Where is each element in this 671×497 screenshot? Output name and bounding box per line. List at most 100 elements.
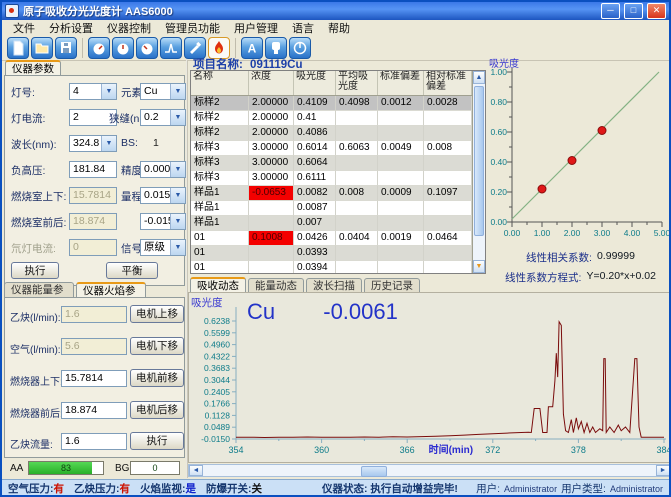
table-row[interactable]: 样品10.007: [191, 216, 472, 231]
element-combo[interactable]: Cu▼: [140, 83, 186, 100]
table-row[interactable]: 标样22.000000.4086: [191, 126, 472, 141]
tab-energy-params[interactable]: 仪器能量参数: [4, 282, 74, 297]
table-cell: [424, 261, 472, 274]
table-cell: 0.0028: [424, 96, 472, 111]
table-cell: 2.00000: [249, 111, 294, 126]
table-row[interactable]: 标样22.000000.41090.40980.00120.0028: [191, 96, 472, 111]
slit-combo[interactable]: 0.2▼: [140, 109, 186, 126]
tab-absorbance-dynamics[interactable]: 吸收动态: [190, 277, 246, 293]
wavelength-combo[interactable]: 324.8▼: [69, 135, 117, 152]
svg-text:0.4322: 0.4322: [204, 351, 230, 361]
range-offset-combo[interactable]: -0.0150▼: [140, 213, 186, 230]
menu-item[interactable]: 仪器控制: [100, 20, 158, 36]
burner-updown-field[interactable]: 15.7814: [61, 370, 127, 387]
d2-lamp-current-label: 氘灯电流:: [11, 241, 56, 256]
motor-up-button[interactable]: 电机上移: [130, 305, 184, 323]
scrollbar-thumb[interactable]: [474, 86, 484, 236]
precision-combo[interactable]: 0.0000▼: [140, 161, 186, 178]
lamp-number-combo[interactable]: 4▼: [69, 83, 117, 100]
motor-forward-button[interactable]: 电机前移: [130, 369, 184, 387]
lamp-gauge-button[interactable]: [88, 37, 110, 59]
scroll-down-icon[interactable]: ▼: [473, 260, 485, 273]
aa-meter-value: 83: [29, 463, 103, 473]
corr-coef-value: 0.99999: [597, 250, 635, 265]
table-row[interactable]: 标样22.000000.41: [191, 111, 472, 126]
table-row[interactable]: 标样33.000000.60140.60630.00490.008: [191, 141, 472, 156]
hscrollbar-thumb[interactable]: [361, 466, 387, 477]
chevron-down-icon[interactable]: ▼: [170, 162, 185, 177]
menu-item[interactable]: 分析设置: [42, 20, 100, 36]
column-header: 平均吸光度: [336, 71, 378, 95]
svg-text:0.3683: 0.3683: [204, 363, 230, 373]
menu-item[interactable]: 帮助: [321, 20, 357, 36]
table-row[interactable]: 标样33.000000.6064: [191, 156, 472, 171]
table-cell: [336, 171, 378, 186]
flame-execute-button[interactable]: 执行: [130, 432, 184, 450]
chevron-down-icon[interactable]: ▼: [170, 188, 185, 203]
table-cell: 01: [191, 261, 249, 274]
chevron-down-icon[interactable]: ▼: [170, 214, 185, 229]
scroll-right-icon[interactable]: ►: [656, 465, 670, 476]
acetylene-flowrate-field[interactable]: 1.6: [61, 433, 127, 450]
dynamics-x-label: 时间(min): [429, 443, 473, 456]
burner-frontback-field[interactable]: 18.874: [61, 402, 127, 419]
chevron-down-icon[interactable]: ▼: [101, 84, 116, 99]
range-combo[interactable]: 0.0150▼: [140, 187, 186, 204]
menu-item[interactable]: 管理员功能: [158, 20, 227, 36]
chevron-down-icon[interactable]: ▼: [170, 110, 185, 125]
negative-hv-field[interactable]: 181.84: [69, 161, 117, 178]
minimize-button[interactable]: ─: [601, 3, 620, 19]
new-file-icon: [10, 40, 26, 56]
svg-text:0.4960: 0.4960: [204, 340, 230, 350]
table-vertical-scrollbar[interactable]: ▲ ▼: [472, 71, 485, 273]
close-button[interactable]: ✕: [647, 3, 666, 19]
menu-item[interactable]: 用户管理: [227, 20, 285, 36]
title-bar: 原子吸收分光光度计 AAS6000 ─ □ ✕: [2, 2, 669, 20]
svg-text:354: 354: [228, 445, 243, 455]
motor-back-button[interactable]: 电机后移: [130, 401, 184, 419]
wavelength-scan-button[interactable]: [160, 37, 182, 59]
burner-icon: [187, 40, 203, 56]
scroll-up-icon[interactable]: ▲: [473, 71, 485, 84]
balance-button[interactable]: 平衡: [106, 262, 158, 279]
svg-text:0.5599: 0.5599: [204, 328, 230, 338]
table-cell: 0.0394: [294, 261, 336, 274]
menu-item[interactable]: 文件: [6, 20, 42, 36]
tab-flame-params[interactable]: 仪器火焰参数: [76, 282, 146, 297]
scroll-left-icon[interactable]: ◄: [189, 465, 203, 476]
table-cell: 标样2: [191, 126, 249, 141]
open-file-button[interactable]: [31, 37, 53, 59]
table-row[interactable]: 标样33.000000.6111: [191, 171, 472, 186]
table-row[interactable]: 010.10080.04260.04040.00190.0464: [191, 231, 472, 246]
chart-horizontal-scrollbar[interactable]: ◄ ►: [188, 464, 671, 477]
burner-updown-label: 燃烧器上下:: [10, 373, 63, 388]
air-flow-label: 空气(l/min):: [10, 341, 61, 356]
execute-button[interactable]: 执行: [11, 262, 59, 279]
column-header: 吸光度: [294, 71, 336, 95]
table-cell: [336, 126, 378, 141]
table-row[interactable]: 01 0.0394: [191, 261, 472, 274]
table-row[interactable]: 样品10.0087: [191, 201, 472, 216]
new-file-button[interactable]: [7, 37, 29, 59]
lamp-gauge-icon: [91, 40, 107, 56]
chevron-down-icon[interactable]: ▼: [170, 240, 185, 255]
chevron-down-icon[interactable]: ▼: [170, 84, 185, 99]
table-cell: [424, 171, 472, 186]
bg-meter: 0: [130, 461, 180, 475]
signal-combo[interactable]: 原级▼: [140, 239, 186, 256]
air-flow-field: 5.6: [61, 338, 127, 355]
menu-item[interactable]: 语言: [285, 20, 321, 36]
table-row[interactable]: 样品1-0.06530.00820.0080.00090.1097: [191, 186, 472, 201]
table-row[interactable]: 010.0393: [191, 246, 472, 261]
save-button[interactable]: [55, 37, 77, 59]
absorbance-value: -0.0061: [323, 299, 398, 324]
maximize-button[interactable]: □: [624, 3, 643, 19]
svg-text:0.0489: 0.0489: [204, 422, 230, 432]
motor-down-button[interactable]: 电机下移: [130, 337, 184, 355]
tab-instrument-params[interactable]: 仪器参数: [5, 60, 61, 75]
lamp-number-value: 4: [70, 84, 101, 99]
svg-text:1.00: 1.00: [490, 67, 507, 77]
chevron-down-icon[interactable]: ▼: [101, 136, 116, 151]
gain-gauge-button[interactable]: [136, 37, 158, 59]
energy-gauge-button[interactable]: [112, 37, 134, 59]
